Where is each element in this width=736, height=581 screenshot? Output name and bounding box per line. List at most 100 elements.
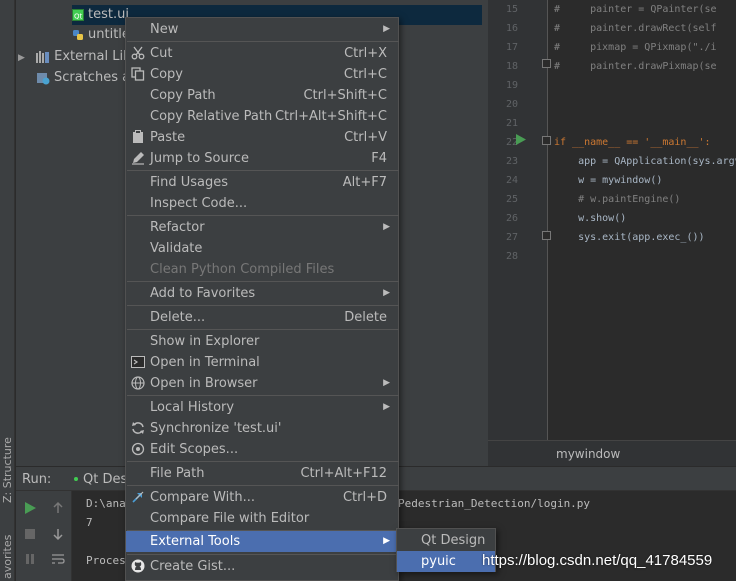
menu-item-shortcut: Ctrl+C	[343, 67, 387, 82]
line-number: 18	[505, 61, 518, 72]
menu-item-shortcut: Ctrl+X	[344, 46, 387, 61]
menu-item-label: Cut	[150, 46, 173, 61]
menu-item-copy-relative-path[interactable]: Copy Relative Path Ctrl+Alt+Shift+C	[126, 106, 398, 127]
menu-item-shortcut: Ctrl+Alt+Shift+C	[274, 109, 387, 124]
line-number: 28	[505, 251, 518, 262]
editor-gutter: 15 16 17 18 19 20 21 22 23 24 25 26 27 28	[488, 0, 551, 440]
line-number: 15	[505, 4, 518, 15]
menu-item-edit-scopes[interactable]: Edit Scopes...	[126, 439, 398, 460]
tree-item-external-libraries[interactable]: ▶ External Libr	[18, 47, 137, 67]
submenu-arrow-icon: ▶	[383, 402, 390, 412]
code-line: # pixmap = QPixmap("./i	[554, 42, 717, 53]
menu-item-add-to-favorites[interactable]: Add to Favorites ▶	[126, 283, 398, 304]
run-label: Run:	[22, 472, 52, 487]
menu-separator	[127, 554, 399, 555]
menu-item-label: Copy Relative Path	[150, 109, 273, 124]
submenu-item-pyuic[interactable]: pyuic	[397, 551, 495, 572]
context-menu: New ▶ Cut Ctrl+X Copy Ctrl+C Copy Path Ctrl+…	[125, 17, 399, 581]
menu-item-copy-path[interactable]: Copy Path Ctrl+Shift+C	[126, 85, 398, 106]
submenu-item-qt-design[interactable]: Qt Design	[397, 530, 495, 551]
menu-item-cut[interactable]: Cut Ctrl+X	[126, 43, 398, 64]
editor-breadcrumb[interactable]: mywindow	[488, 440, 736, 466]
sync-icon	[132, 422, 144, 434]
menu-item-refactor[interactable]: Refactor ▶	[126, 217, 398, 238]
menu-item-label: Open in Terminal	[150, 355, 260, 370]
watermark-text: https://blog.csdn.net/qq_41784559	[482, 552, 713, 569]
menu-item-shortcut: Ctrl+Shift+C	[303, 88, 387, 103]
expand-arrow-icon[interactable]: ▶	[18, 48, 32, 68]
tree-item-label: test.ui	[88, 7, 129, 22]
menu-item-open-in-browser[interactable]: Open in Browser ▶	[126, 373, 398, 394]
menu-item-label: Add to Favorites	[150, 286, 256, 301]
menu-item-label: Delete...	[150, 310, 206, 325]
code-editor[interactable]: 15 16 17 18 19 20 21 22 23 24 25 26 27 28 # painter =…	[488, 0, 736, 466]
menu-item-validate[interactable]: Validate	[126, 238, 398, 259]
line-number: 23	[505, 156, 518, 167]
menu-item-paste[interactable]: Paste Ctrl+V	[126, 127, 398, 148]
edit-pencil-icon	[132, 152, 144, 165]
menu-item-label: File Path	[150, 466, 205, 481]
menu-item-shortcut: Ctrl+Alt+F12	[300, 466, 387, 481]
compare-icon	[132, 491, 144, 503]
terminal-icon	[131, 356, 145, 368]
submenu-arrow-icon: ▶	[383, 222, 390, 232]
menu-separator	[127, 485, 399, 486]
menu-item-label: External Tools	[150, 534, 241, 549]
line-number: 25	[505, 194, 518, 205]
menu-item-label: Show in Explorer	[150, 334, 260, 349]
menu-item-label: Inspect Code...	[150, 196, 248, 211]
menu-item-jump-to-source[interactable]: Jump to Source F4	[126, 148, 398, 169]
tree-item-untitled[interactable]: untitle	[72, 25, 130, 45]
menu-item-open-in-terminal[interactable]: Open in Terminal	[126, 352, 398, 373]
menu-separator	[127, 329, 399, 330]
menu-item-label: Local History	[150, 400, 235, 415]
scopes-icon	[131, 442, 145, 456]
menu-item-shortcut: Delete	[344, 310, 387, 325]
line-number: 24	[505, 175, 518, 186]
menu-separator	[127, 461, 399, 462]
menu-item-find-usages[interactable]: Find Usages Alt+F7	[126, 172, 398, 193]
menu-item-synchronize[interactable]: Synchronize 'test.ui'	[126, 418, 398, 439]
menu-item-local-history[interactable]: Local History ▶	[126, 397, 398, 418]
menu-item-label: Find Usages	[150, 175, 229, 190]
scroll-down-icon[interactable]	[51, 527, 65, 541]
menu-item-label: Edit Scopes...	[150, 442, 239, 457]
line-number: 27	[505, 232, 518, 243]
menu-item-new[interactable]: New ▶	[126, 19, 398, 40]
structure-tool-tab[interactable]: Z: Structure	[1, 437, 14, 503]
menu-item-file-path[interactable]: File Path Ctrl+Alt+F12	[126, 463, 398, 484]
menu-item-inspect-code[interactable]: Inspect Code...	[126, 193, 398, 214]
menu-item-label: Jump to Source	[150, 151, 249, 166]
fold-marker-icon[interactable]	[542, 136, 551, 145]
fold-marker-icon[interactable]	[542, 59, 551, 68]
menu-item-compare-file-with-editor[interactable]: Compare File with Editor	[126, 508, 398, 529]
menu-item-external-tools[interactable]: External Tools ▶	[126, 531, 398, 552]
menu-item-label: Clean Python Compiled Files	[150, 262, 335, 277]
rerun-icon[interactable]	[23, 501, 37, 515]
fold-marker-icon[interactable]	[542, 231, 551, 240]
code-line: w = mywindow()	[554, 175, 663, 186]
code-line: # painter.drawRect(self	[554, 23, 717, 34]
cut-icon	[131, 46, 145, 60]
line-number: 20	[505, 99, 518, 110]
soft-wrap-icon[interactable]	[51, 552, 65, 566]
external-tools-submenu: Qt Design pyuic	[396, 528, 496, 572]
menu-item-compare-with[interactable]: Compare With... Ctrl+D	[126, 487, 398, 508]
console-line: Proces	[86, 554, 126, 567]
stop-icon[interactable]	[23, 527, 37, 541]
menu-item-label: New	[150, 22, 179, 37]
scroll-up-icon[interactable]	[51, 501, 65, 515]
menu-item-show-in-explorer[interactable]: Show in Explorer	[126, 331, 398, 352]
menu-item-create-gist[interactable]: Create Gist...	[126, 556, 398, 577]
github-icon	[131, 559, 145, 573]
pause-icon[interactable]	[23, 552, 37, 566]
run-gutter-icon[interactable]	[516, 134, 526, 145]
menu-item-label: Create Gist...	[150, 559, 236, 574]
tree-item-scratches[interactable]: Scratches ar	[36, 68, 135, 88]
menu-item-shortcut: Ctrl+V	[344, 130, 387, 145]
favorites-tool-tab[interactable]: avorites	[1, 535, 14, 579]
menu-item-delete[interactable]: Delete... Delete	[126, 307, 398, 328]
menu-separator	[127, 170, 399, 171]
line-number: 22	[505, 137, 518, 148]
menu-item-copy[interactable]: Copy Ctrl+C	[126, 64, 398, 85]
